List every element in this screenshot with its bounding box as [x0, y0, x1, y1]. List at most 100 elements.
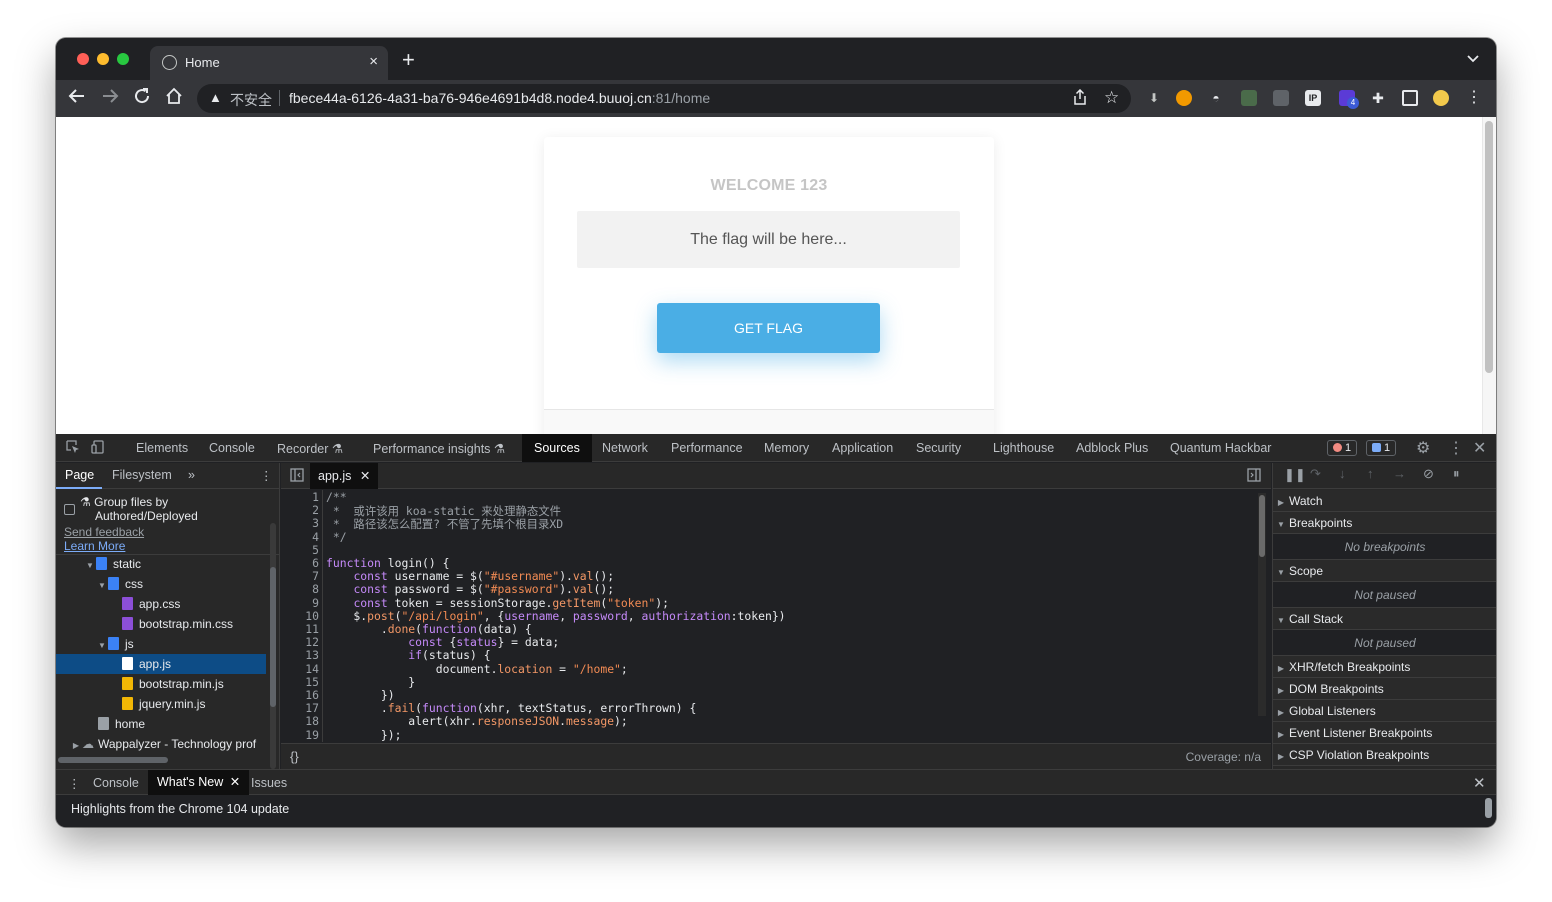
extension-grid-icon[interactable] [1241, 90, 1257, 106]
tab-memory[interactable]: Memory [764, 441, 809, 455]
download-icon[interactable]: ⬇ [1146, 90, 1162, 106]
tree-file-app-js[interactable]: app.js [56, 654, 266, 674]
editor-vscrollbar[interactable] [1258, 493, 1266, 716]
security-label[interactable]: 不安全 [230, 90, 272, 110]
tree-extension-wappalyzer[interactable]: ▶ ☁ Wappalyzer - Technology prof [56, 734, 266, 754]
extensions-puzzle-icon[interactable]: ✚ [1370, 90, 1386, 106]
close-window-button[interactable] [77, 53, 89, 65]
address-bar[interactable]: ▲ 不安全 fbece44a-6126-4a31-ba76-946e4691b4… [197, 84, 1131, 113]
step-into-icon[interactable]: ↓ [1339, 466, 1346, 481]
send-feedback-link[interactable]: Send feedback [64, 525, 144, 539]
section-scope[interactable]: ▼ Scope [1273, 560, 1496, 582]
line-number[interactable]: 19 [281, 728, 319, 742]
section-dom-breakpoints[interactable]: ▶ DOM Breakpoints [1273, 678, 1496, 700]
tree-file-app-css[interactable]: app.css [56, 594, 266, 614]
warning-icon[interactable]: ▲ [209, 90, 222, 105]
drawer-menu-icon[interactable]: ⋮ [68, 776, 81, 791]
section-global-listeners[interactable]: ▶ Global Listeners [1273, 700, 1496, 722]
extension-monitor-icon[interactable] [1273, 90, 1289, 106]
home-button[interactable] [165, 87, 183, 110]
bookmark-star-icon[interactable]: ☆ [1104, 88, 1119, 108]
close-tab-icon[interactable]: ✕ [360, 469, 370, 483]
line-number[interactable]: 13 [281, 648, 319, 662]
tree-folder-css[interactable]: ▼ css [56, 574, 266, 594]
line-number[interactable]: 18 [281, 714, 319, 728]
pretty-print-button[interactable]: {} [290, 749, 299, 764]
back-button[interactable] [68, 87, 86, 110]
pause-on-exceptions-icon[interactable]: ⏸ [1453, 466, 1460, 482]
tab-network[interactable]: Network [602, 441, 648, 455]
tab-sources[interactable]: Sources [522, 434, 592, 462]
tree-folder-js[interactable]: ▼ js [56, 634, 266, 654]
browser-menu-icon[interactable]: ⋮ [1466, 90, 1482, 106]
line-number[interactable]: 16 [281, 688, 319, 702]
line-number[interactable]: 17 [281, 701, 319, 715]
line-number[interactable]: 3 [281, 516, 319, 530]
step-icon[interactable]: → [1393, 466, 1406, 481]
message-count-badge[interactable]: 1 [1366, 440, 1397, 456]
pause-icon[interactable]: ❚❚ [1284, 467, 1306, 483]
step-out-icon[interactable]: ↑ [1367, 466, 1374, 481]
learn-more-link[interactable]: Learn More [64, 539, 125, 553]
tree-folder-static[interactable]: ▼ static [56, 554, 266, 574]
new-tab-button[interactable]: + [402, 49, 415, 71]
tab-adblock-plus[interactable]: Adblock Plus [1076, 441, 1148, 455]
page-scrollbar-thumb[interactable] [1485, 121, 1493, 373]
close-devtools-icon[interactable]: ✕ [1473, 438, 1486, 458]
forward-button[interactable] [101, 87, 119, 110]
deactivate-breakpoints-icon[interactable]: ⊘ [1423, 466, 1434, 482]
code-area[interactable]: 1 2 3 4 5 6 7 8 9 10 11 12 13 14 15 16 17 18 19 /** * 或许该用… [281, 490, 1271, 742]
drawer-tab-whats-new[interactable]: What's New ✕ [148, 770, 250, 795]
line-number[interactable]: 14 [281, 662, 319, 676]
minimize-window-button[interactable] [97, 53, 109, 65]
side-panel-icon[interactable] [1402, 90, 1418, 106]
tab-page[interactable]: Page [65, 468, 94, 482]
section-breakpoints[interactable]: ▼ Breakpoints [1273, 512, 1496, 534]
toggle-navigator-icon[interactable] [290, 468, 304, 485]
line-number[interactable]: 5 [281, 543, 319, 557]
tab-lighthouse[interactable]: Lighthouse [993, 441, 1054, 455]
section-watch[interactable]: ▶ Watch [1273, 490, 1496, 512]
tab-security[interactable]: Security [916, 441, 961, 455]
tab-quantum-hackbar[interactable]: Quantum Hackbar [1170, 441, 1271, 455]
editor-vscrollbar-thumb[interactable] [1259, 495, 1265, 557]
line-number[interactable]: 11 [281, 622, 319, 636]
section-call-stack[interactable]: ▼ Call Stack [1273, 608, 1496, 630]
line-number[interactable]: 6 [281, 556, 319, 570]
extension-ip-icon[interactable]: IP [1305, 90, 1321, 106]
devtools-menu-icon[interactable]: ⋮ [1448, 438, 1464, 458]
group-files-option[interactable]: ⚗ Group files by Authored/Deployed [64, 495, 198, 523]
tab-console[interactable]: Console [209, 441, 255, 455]
navigator-vscrollbar-thumb[interactable] [270, 567, 276, 707]
tree-file-home[interactable]: home [56, 714, 266, 734]
share-icon[interactable] [1073, 88, 1087, 109]
group-files-checkbox[interactable] [64, 504, 75, 515]
toggle-debugger-icon[interactable] [1247, 468, 1261, 485]
section-xhr-breakpoints[interactable]: ▶ XHR/fetch Breakpoints [1273, 656, 1496, 678]
line-number[interactable]: 7 [281, 569, 319, 583]
tab-recorder[interactable]: Recorder ⚗ [277, 441, 343, 456]
tab-search-button[interactable] [1466, 51, 1480, 67]
line-number[interactable]: 9 [281, 596, 319, 610]
drawer-tab-issues[interactable]: Issues [251, 776, 287, 790]
browser-tab-home[interactable]: Home × [150, 46, 388, 80]
tab-performance[interactable]: Performance [671, 441, 743, 455]
line-number[interactable]: 15 [281, 675, 319, 689]
line-number[interactable]: 4 [281, 530, 319, 544]
tree-file-bootstrap-js[interactable]: bootstrap.min.js [56, 674, 266, 694]
tree-file-bootstrap-css[interactable]: bootstrap.min.css [56, 614, 266, 634]
navigator-hscrollbar[interactable] [58, 757, 168, 763]
tab-application[interactable]: Application [832, 441, 893, 455]
navigator-menu-icon[interactable]: ⋮ [260, 468, 273, 483]
drawer-tab-console[interactable]: Console [93, 776, 139, 790]
tree-file-jquery-js[interactable]: jquery.min.js [56, 694, 266, 714]
error-count-badge[interactable]: 1 [1327, 440, 1358, 456]
section-event-listener-breakpoints[interactable]: ▶ Event Listener Breakpoints [1273, 722, 1496, 744]
extension-orange-icon[interactable] [1176, 90, 1192, 106]
tab-close-icon[interactable]: × [369, 53, 378, 70]
editor-tab-app-js[interactable]: app.js ✕ [310, 463, 379, 489]
step-over-icon[interactable]: ↷ [1310, 466, 1321, 482]
tab-filesystem[interactable]: Filesystem [112, 468, 172, 482]
line-number[interactable]: 1 [281, 490, 319, 504]
inspect-element-icon[interactable] [66, 440, 80, 457]
